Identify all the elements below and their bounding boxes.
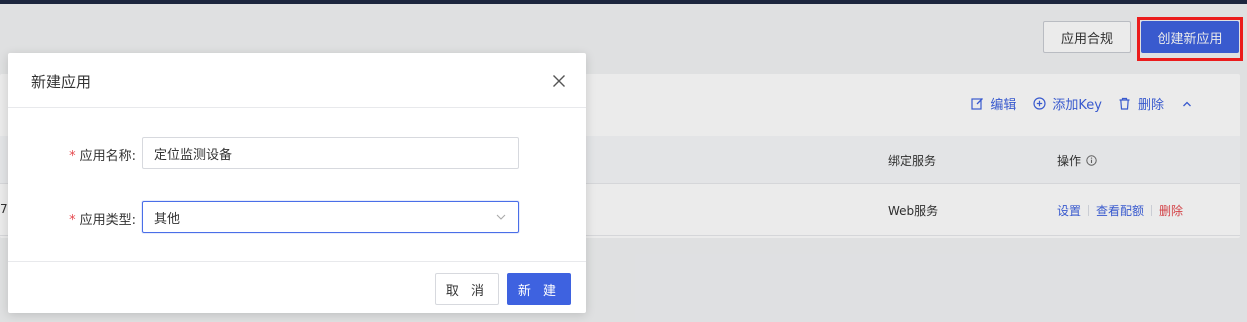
app-name-input[interactable]: 定位监测设备 bbox=[142, 137, 519, 169]
required-mark: * bbox=[69, 213, 76, 228]
dialog-header: 新建应用 bbox=[8, 53, 586, 108]
app-name-label-text: 应用名称: bbox=[79, 149, 136, 164]
app-type-select[interactable]: 其他 bbox=[142, 201, 519, 233]
cancel-button[interactable]: 取 消 bbox=[435, 273, 499, 305]
dialog-title: 新建应用 bbox=[31, 73, 92, 91]
app-type-label: * 应用类型: bbox=[26, 209, 136, 228]
new-app-dialog: 新建应用 * 应用名称: 定位监测设备 * 应用类型: 其他 取 消 新 建 bbox=[8, 53, 586, 313]
required-mark: * bbox=[69, 149, 76, 164]
create-button[interactable]: 新 建 bbox=[507, 273, 571, 305]
close-icon[interactable] bbox=[550, 72, 568, 90]
app-type-label-text: 应用类型: bbox=[79, 213, 136, 228]
dialog-footer: 取 消 新 建 bbox=[8, 261, 586, 313]
app-type-value: 其他 bbox=[154, 211, 181, 227]
chevron-down-icon bbox=[496, 214, 506, 220]
app-name-label: * 应用名称: bbox=[26, 145, 136, 164]
